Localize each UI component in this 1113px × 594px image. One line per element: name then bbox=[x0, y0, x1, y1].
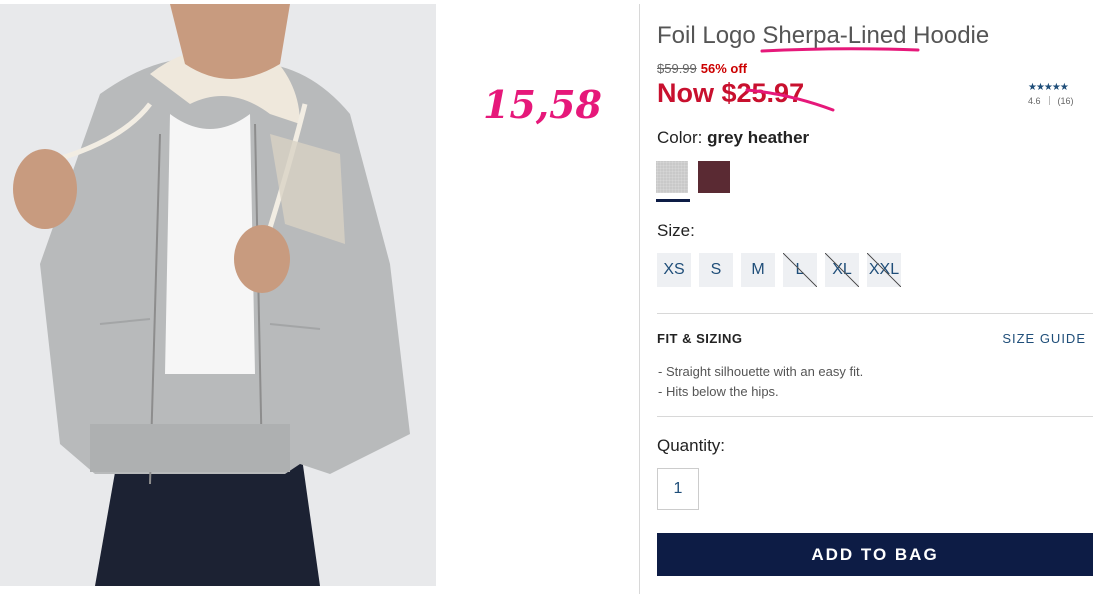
star-rating-icon: ★★★★★ bbox=[1028, 82, 1069, 93]
size-option-xs[interactable]: XS bbox=[657, 253, 691, 287]
rating-score: 4.6 bbox=[1028, 96, 1041, 106]
pink-underline-mark bbox=[760, 47, 920, 53]
size-option-s[interactable]: S bbox=[699, 253, 733, 287]
size-option-xxl-unavailable[interactable]: XXL bbox=[867, 253, 901, 287]
was-price: $59.99 bbox=[657, 61, 697, 76]
selected-color-name: grey heather bbox=[707, 128, 810, 147]
title-suffix: Hoodie bbox=[906, 22, 990, 49]
fit-details-list: - Straight silhouette with an easy fit. … bbox=[658, 362, 863, 402]
size-guide-link[interactable]: SIZE GUIDE bbox=[1002, 331, 1086, 346]
review-count[interactable]: (16) bbox=[1058, 96, 1074, 106]
rating-meta: 4.6 (16) bbox=[1028, 96, 1098, 106]
size-option-m[interactable]: M bbox=[741, 253, 775, 287]
fit-detail-item: - Hits below the hips. bbox=[658, 384, 779, 399]
add-to-bag-button[interactable]: ADD TO BAG bbox=[657, 533, 1093, 576]
color-swatch-burgundy[interactable] bbox=[698, 161, 730, 193]
fit-sizing-heading: FIT & SIZING bbox=[657, 331, 743, 346]
divider bbox=[657, 313, 1093, 314]
size-option-xl-unavailable[interactable]: XL bbox=[825, 253, 859, 287]
selected-swatch-indicator bbox=[656, 199, 690, 202]
product-details-panel: Foil Logo Sherpa-Lined Hoodie $59.99 56% … bbox=[639, 4, 1113, 594]
handwritten-price-annotation: 15,58 bbox=[483, 82, 602, 127]
title-highlight-text: Sherpa-Lined bbox=[762, 22, 907, 49]
discount-badge: 56% off bbox=[700, 61, 747, 76]
size-option-l-unavailable[interactable]: L bbox=[783, 253, 817, 287]
size-selector: XS S M L XL XXL bbox=[657, 253, 901, 287]
original-price-row: $59.99 56% off bbox=[657, 61, 747, 76]
fit-detail-item: - Straight silhouette with an easy fit. bbox=[658, 364, 864, 379]
color-label: Color: bbox=[657, 128, 703, 147]
rating-separator bbox=[1048, 96, 1050, 105]
size-label: Size: bbox=[657, 221, 695, 240]
divider bbox=[657, 416, 1093, 417]
quantity-label: Quantity: bbox=[657, 436, 726, 455]
rating-summary[interactable]: ★★★★★ 4.6 (16) bbox=[1028, 82, 1098, 106]
title-highlight: Sherpa-Lined bbox=[760, 22, 920, 53]
pink-strikethrough-mark bbox=[745, 88, 835, 112]
color-swatch-grey-heather[interactable] bbox=[656, 161, 688, 193]
sale-price: Now $25.97 bbox=[657, 78, 835, 112]
now-prefix: Now bbox=[657, 78, 722, 108]
quantity-select[interactable]: 1 bbox=[657, 468, 699, 510]
product-title: Foil Logo Sherpa-Lined Hoodie bbox=[657, 22, 990, 53]
title-prefix: Foil Logo bbox=[657, 22, 763, 49]
product-image bbox=[0, 4, 436, 586]
color-label-row: Color: grey heather bbox=[657, 128, 809, 148]
